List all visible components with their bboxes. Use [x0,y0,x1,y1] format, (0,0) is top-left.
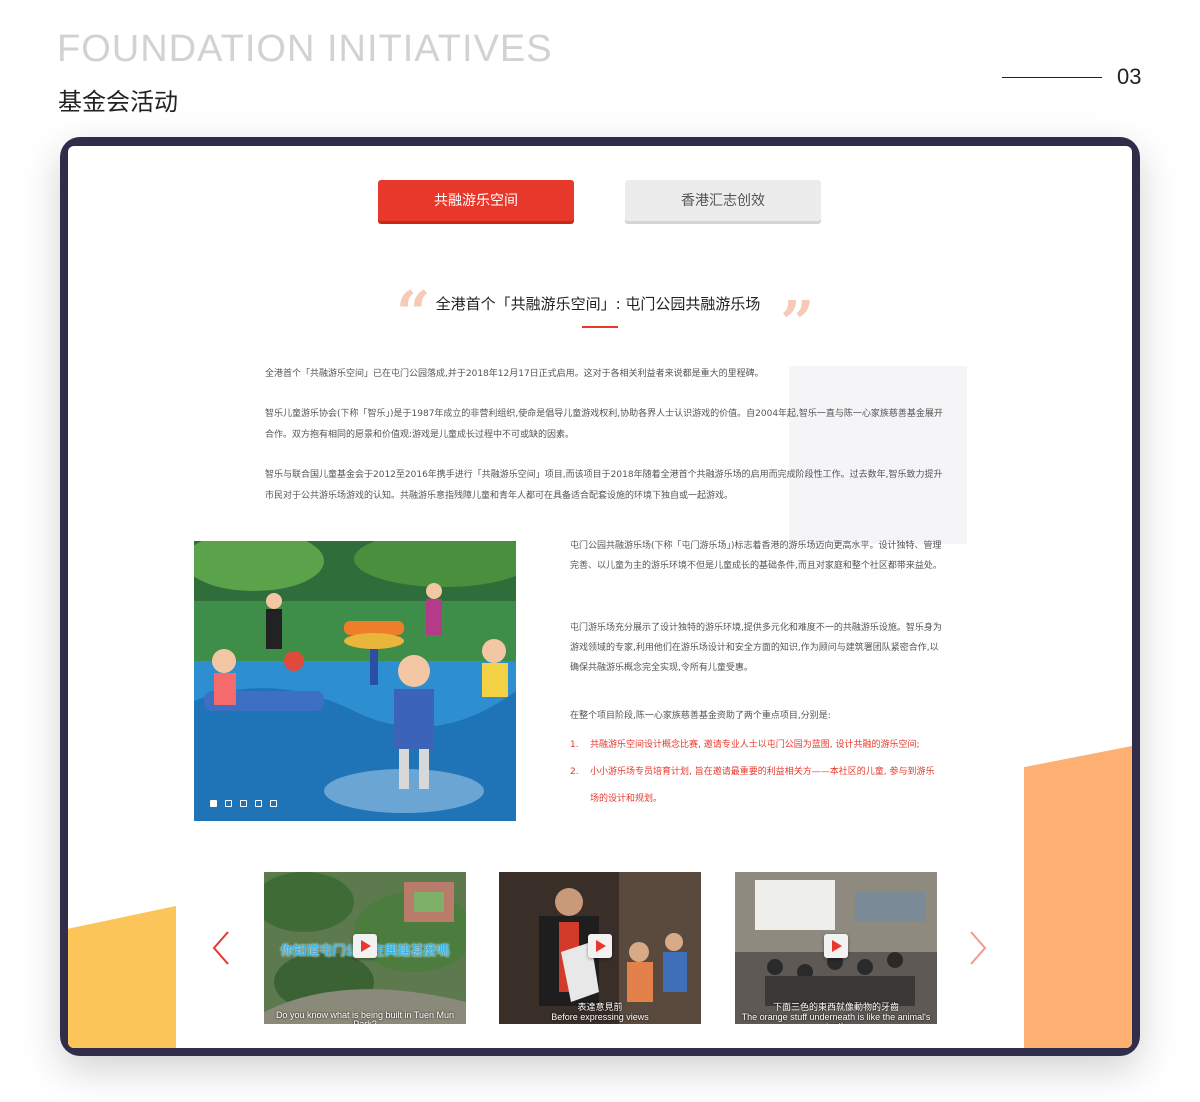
screen-content: 共融游乐空间 香港汇志创效 “ 全港首个「共融游乐空间」: 屯门公园共融游乐场 … [68,146,1132,1048]
slideshow-indicators [210,800,277,807]
decorative-gray-block [789,366,967,544]
video-caption-en: Before expressing views [551,1012,649,1022]
article-headline: 全港首个「共融游乐空间」: 屯门公园共融游乐场 [435,295,761,313]
playground-photo-image [194,541,516,821]
video-caption-cn: 下面三色的東西就像動物的牙齒 [772,1002,899,1012]
video-caption-cn: 表達意見前 [577,1002,623,1012]
list-item: 1. 共融游乐空间设计概念比赛, 邀请专业人士以屯门公园为蓝图, 设计共融的游乐… [570,732,942,759]
play-icon[interactable] [824,934,848,958]
list-item-text: 共融游乐空间设计概念比赛, 邀请专业人士以屯门公园为蓝图, 设计共融的游乐空间; [590,740,920,750]
slide-dot-3[interactable] [240,800,247,807]
video-thumbnail[interactable]: 你知道屯门公园在興建甚麼嗎 Do you know what is being … [264,872,466,1024]
decorative-yellow-shape [68,906,176,1048]
page-title-en: FOUNDATION INITIATIVES [57,28,553,70]
list-item-number: 2. [570,767,579,777]
video-thumbnail[interactable]: 表達意見前 Before expressing views [499,872,701,1024]
list-item: 2. 小小游乐场专员培育计划, 旨在邀请最重要的利益相关方——本社区的儿童, 参… [570,759,942,813]
slide-dot-2[interactable] [225,800,232,807]
article-paragraph: 智乐与联合国儿童基金会于2012至2016年携手进行「共融游乐空间」项目,而该项… [265,470,943,501]
decorative-orange-shape [1024,746,1132,1048]
tab-hk-initiatives[interactable]: 香港汇志创效 [625,180,821,221]
right-paragraph: 屯门公园共融游乐场(下称「屯门游乐场」)标志着香港的游乐场迈向更高水平。设计独特… [570,541,942,571]
slide-dot-4[interactable] [255,800,262,807]
play-icon[interactable] [588,934,612,958]
slide-dot-5[interactable] [270,800,277,807]
article-paragraph: 智乐儿童游乐协会(下称「智乐」)是于1987年成立的非营利组织,使命是倡导儿童游… [265,409,943,440]
device-frame: 共融游乐空间 香港汇志创效 “ 全港首个「共融游乐空间」: 屯门公园共融游乐场 … [60,137,1140,1056]
play-icon[interactable] [353,934,377,958]
video-caption-en: Do you know what is being built in Tuen … [275,1010,455,1025]
headline-underline [582,326,618,328]
slide-dot-1[interactable] [210,800,217,807]
playground-photo[interactable] [194,541,516,821]
page-title-cn: 基金会活动 [58,88,178,116]
quote-close-icon: ” [780,289,815,359]
page-number: 03 [1117,64,1142,89]
video-thumbnail[interactable]: 下面三色的東西就像動物的牙齒 The orange stuff undernea… [735,872,937,1024]
list-item-text: 小小游乐场专员培育计划, 旨在邀请最重要的利益相关方——本社区的儿童, 参与到游… [590,767,935,804]
list-item-number: 1. [570,740,579,750]
project-list: 1. 共融游乐空间设计概念比赛, 邀请专业人士以屯门公园为蓝图, 设计共融的游乐… [570,732,942,813]
tab-inclusive-play-space[interactable]: 共融游乐空间 [378,180,574,221]
right-paragraph: 在整个项目阶段,陈一心家族慈善基金资助了两个重点项目,分别是: [570,711,831,721]
article-paragraph: 全港首个「共融游乐空间」已在屯门公园落成,并于2018年12月17日正式启用。这… [265,369,764,379]
right-paragraph: 屯门游乐场充分展示了设计独特的游乐环境,提供多元化和难度不一的共融游乐设施。智乐… [570,623,942,673]
chevron-left-icon[interactable] [211,930,231,966]
page-number-divider [1002,77,1102,78]
video-caption-en: The orange stuff underneath is like the … [741,1012,931,1025]
chevron-right-icon[interactable] [968,930,988,966]
